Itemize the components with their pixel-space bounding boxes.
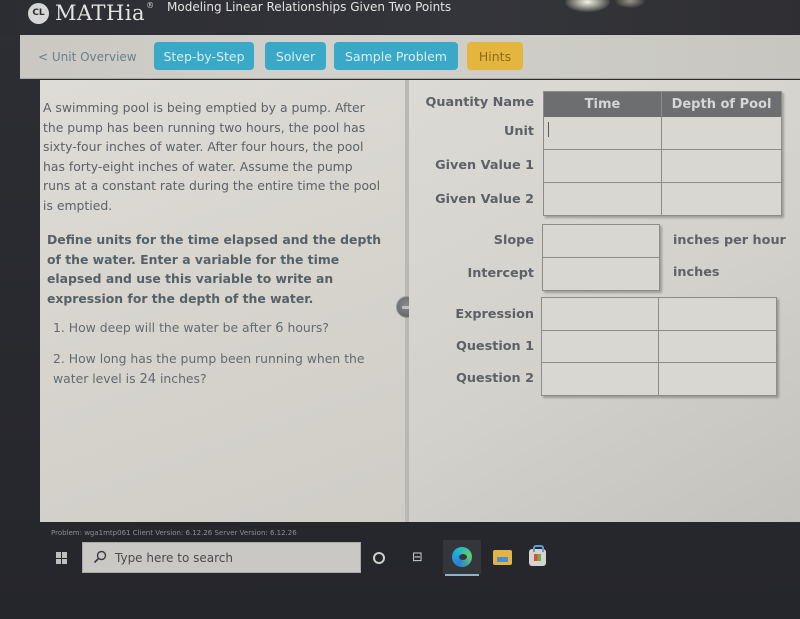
search-icon	[93, 550, 107, 564]
edge-browser-icon	[452, 547, 472, 567]
taskbar-search-box[interactable]: Type here to search	[82, 542, 361, 573]
toolbar: < Unit Overview Step-by-Step Solver Samp…	[20, 35, 800, 79]
question-2-depth-input[interactable]	[659, 363, 776, 395]
mathia-logo: CL MATHia®	[28, 1, 155, 25]
label-intercept: Intercept	[467, 266, 534, 281]
given-value-2-time-input[interactable]	[544, 183, 662, 215]
problem-instructions: Define units for the time elapsed and th…	[47, 232, 382, 306]
file-explorer-icon[interactable]	[493, 550, 512, 565]
edge-taskbar-button[interactable]	[443, 540, 481, 576]
unit-overview-link[interactable]: < Unit Overview	[38, 50, 137, 64]
lesson-title: Modeling Linear Relationships Given Two …	[167, 0, 452, 14]
version-info: Problem: wga1mtp061 Client Version: 6.12…	[51, 529, 297, 537]
step-by-step-button[interactable]: Step-by-Step	[154, 42, 254, 70]
unit-time-input[interactable]	[544, 117, 662, 150]
question-1: 1. How deep will the water be after 6 ho…	[53, 318, 383, 339]
column-header-depth: Depth of Pool	[662, 92, 781, 117]
question-1-depth-input[interactable]	[659, 331, 776, 363]
screen-glare	[565, 0, 610, 12]
cortana-icon[interactable]	[373, 552, 385, 564]
app-name: MATHia®	[55, 1, 155, 25]
question-2-time-input[interactable]	[542, 363, 659, 395]
unit-depth-input[interactable]	[662, 117, 781, 150]
microsoft-store-icon[interactable]	[529, 545, 546, 566]
windows-start-icon[interactable]	[56, 552, 68, 564]
app-name-text: MATHia	[55, 1, 146, 25]
windows-taskbar: Type here to search ⊟	[0, 540, 800, 578]
app-header: CL MATHia® Modeling Linear Relationships…	[0, 0, 800, 34]
quantity-table: Time Depth of Pool	[543, 91, 782, 216]
slope-intercept-table	[542, 224, 660, 291]
given-value-1-time-input[interactable]	[544, 150, 662, 183]
solver-button[interactable]: Solver	[265, 42, 326, 70]
slope-input[interactable]	[543, 225, 659, 258]
column-header-time: Time	[544, 92, 662, 117]
question-text-end: hours?	[283, 320, 329, 335]
label-slope: Slope	[493, 233, 534, 248]
carnegie-learning-logo-icon: CL	[28, 2, 49, 24]
label-expression: Expression	[455, 307, 534, 322]
hints-button[interactable]: Hints	[467, 42, 523, 70]
question-text: How long has the pump been running when …	[53, 351, 365, 386]
label-given-value-2: Given Value 2	[435, 192, 534, 207]
question-text: How deep will the water be after	[68, 320, 276, 335]
screen: CL MATHia® Modeling Linear Relationships…	[0, 0, 800, 619]
problem-scenario: A swimming pool is being emptied by a pu…	[43, 100, 381, 213]
label-unit: Unit	[503, 124, 534, 139]
expression-table	[541, 297, 777, 396]
question-number: 1.	[53, 320, 65, 335]
label-question-2: Question 2	[455, 371, 534, 386]
question-value: 6	[275, 321, 284, 336]
question-number: 2.	[53, 351, 65, 366]
search-placeholder: Type here to search	[115, 551, 233, 565]
question-1-time-input[interactable]	[542, 331, 659, 363]
slope-unit-label: inches per hour	[673, 233, 786, 248]
given-value-2-depth-input[interactable]	[662, 183, 781, 215]
question-text-end: inches?	[156, 370, 207, 386]
registered-mark: ®	[146, 1, 155, 10]
store-logo	[534, 554, 541, 561]
task-view-icon[interactable]: ⊟	[412, 551, 423, 565]
expression-depth-input[interactable]	[659, 298, 776, 331]
active-app-indicator	[445, 574, 479, 576]
question-2: 2. How long has the pump been running wh…	[53, 349, 383, 389]
question-value: 24	[139, 371, 157, 387]
screen-glare-secondary	[615, 0, 645, 8]
label-question-1: Question 1	[455, 339, 534, 354]
intercept-input[interactable]	[543, 258, 659, 290]
expression-time-input[interactable]	[542, 298, 659, 331]
label-quantity-name: Quantity Name	[425, 95, 534, 110]
text-caret	[548, 122, 549, 137]
label-given-value-1: Given Value 1	[435, 158, 534, 173]
given-value-1-depth-input[interactable]	[662, 150, 781, 183]
sample-problem-button[interactable]: Sample Problem	[334, 42, 458, 70]
intercept-unit-label: inches	[673, 265, 720, 280]
